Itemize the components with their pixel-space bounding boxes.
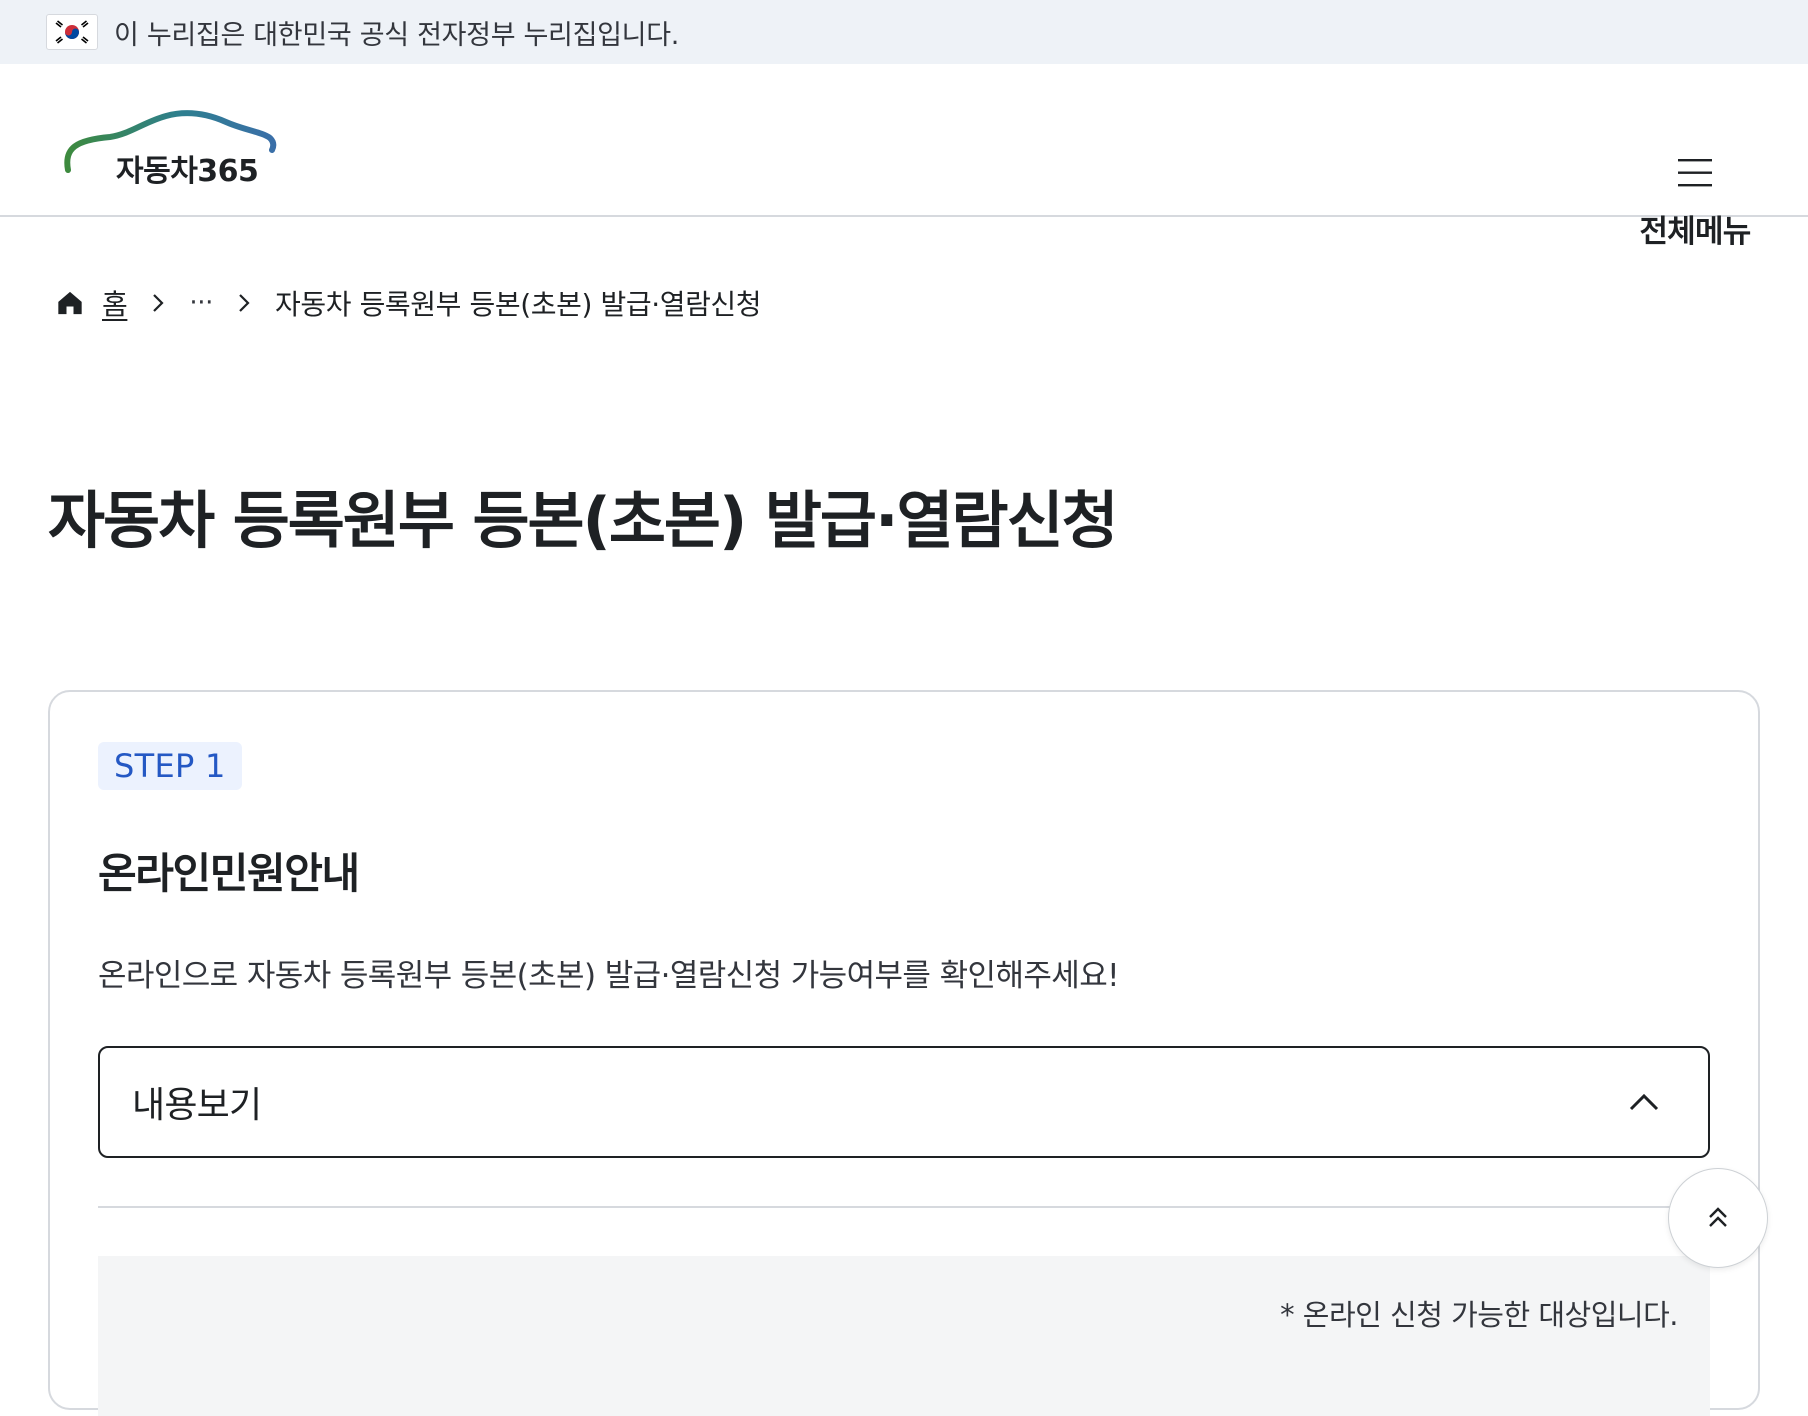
notice-box: * 온라인 신청 가능한 대상입니다. xyxy=(98,1256,1710,1416)
chevron-right-icon xyxy=(151,292,165,314)
logo-text: 자동차365 xyxy=(116,154,259,189)
hamburger-icon xyxy=(1678,159,1712,187)
step-card: STEP 1 온라인민원안내 온라인으로 자동차 등록원부 등본(초본) 발급·… xyxy=(48,690,1760,1416)
breadcrumb-ellipsis[interactable]: ··· xyxy=(189,288,213,318)
site-header: 자동차365 전체메뉴 xyxy=(0,64,1808,250)
double-chevron-up-icon xyxy=(1709,1207,1727,1227)
page-title: 자동차 등록원부 등본(초본) 발급·열람신청 xyxy=(48,484,1119,557)
section-title: 온라인민원안내 xyxy=(98,849,360,898)
breadcrumb-current: 자동차 등록원부 등본(초본) 발급·열람신청 xyxy=(274,288,762,321)
all-menu-label: 전체메뉴 xyxy=(1639,214,1752,250)
breadcrumb-home-label: 홈 xyxy=(102,288,128,321)
breadcrumb-home-link[interactable]: 홈 xyxy=(56,283,128,323)
home-icon xyxy=(58,291,82,315)
section-description: 온라인으로 자동차 등록원부 등본(초본) 발급·열람신청 가능여부를 확인해주… xyxy=(98,958,1120,994)
content-view-accordion[interactable]: 내용보기 xyxy=(98,1046,1710,1158)
section-divider xyxy=(98,1206,1710,1208)
step-badge: STEP 1 xyxy=(98,742,242,790)
breadcrumb: 홈 ··· 자동차 등록원부 등본(초본) 발급·열람신청 xyxy=(56,280,762,326)
site-logo[interactable]: 자동차365 xyxy=(60,104,290,204)
taegeukgi-flag-icon xyxy=(46,14,98,50)
gov-banner-text: 이 누리집은 대한민국 공식 전자정부 누리집입니다. xyxy=(114,19,680,51)
gov-banner: 이 누리집은 대한민국 공식 전자정부 누리집입니다. xyxy=(0,0,1808,64)
all-menu-button[interactable]: 전체메뉴 xyxy=(1630,150,1760,260)
notice-text: * 온라인 신청 가능한 대상입니다. xyxy=(1280,1298,1678,1332)
accordion-label: 내용보기 xyxy=(132,1085,262,1126)
chevron-up-icon xyxy=(1629,1093,1659,1111)
chevron-right-icon xyxy=(237,292,251,314)
back-to-top-button[interactable] xyxy=(1668,1168,1768,1268)
